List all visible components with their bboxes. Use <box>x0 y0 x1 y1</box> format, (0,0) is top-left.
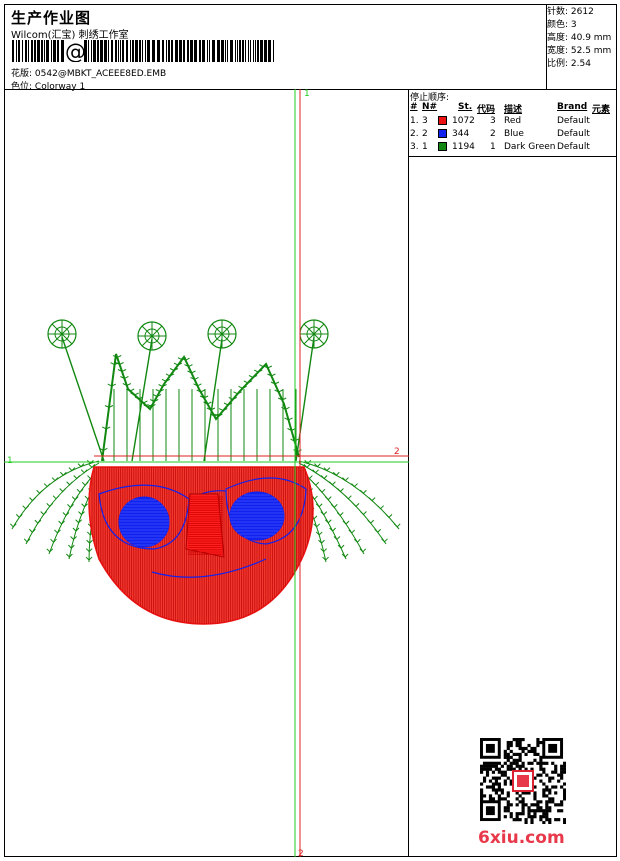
row-brand: Default <box>557 142 590 152</box>
thread-color-swatch <box>438 142 447 151</box>
thread-color-swatch <box>438 116 447 125</box>
stitch-count: 针数: 2612 <box>547 7 594 17</box>
design-scale: 比例: 2.54 <box>547 59 591 69</box>
svg-text:@: @ <box>65 40 86 62</box>
row-number: 3. <box>410 142 419 152</box>
header-panel: 生产作业图 Wilcom(汇宝) 刺绣工作室 @ 花版: 0542@MBKT_A… <box>4 4 547 92</box>
design-width: 宽度: 52.5 mm <box>547 46 612 56</box>
axis-left-label: 1 <box>7 456 13 466</box>
row-code: 1 <box>490 142 496 152</box>
design-file-line: 花版: 0542@MBKT_ACEEE8ED.EMB <box>11 66 166 79</box>
design-height: 高度: 40.9 mm <box>547 33 612 43</box>
col-code: 代码 <box>477 105 496 115</box>
col-brand: Brand <box>557 102 588 112</box>
color-count: 颜色: 3 <box>547 20 577 30</box>
qr-code <box>480 738 566 824</box>
col-description: 描述 <box>504 105 523 115</box>
row-number: 2. <box>410 129 419 139</box>
col-needle: N# <box>422 102 438 112</box>
row-description: Blue <box>504 129 524 139</box>
design-label: 花版: <box>11 69 33 79</box>
stop-sequence-row: 2. 2 344 2 Blue Default <box>408 128 617 140</box>
axis-top-label: 1 <box>304 89 310 99</box>
row-description: Dark Green <box>504 142 556 152</box>
company-name: Wilcom(汇宝) 刺绣工作室 <box>11 30 129 41</box>
stop-sequence-panel: 停止顺序: # N# St. 代码 描述 Brand 元素 1. 3 1072 3 Re… <box>408 89 617 157</box>
page-title: 生产作业图 <box>11 9 92 27</box>
row-description: Red <box>504 116 522 126</box>
col-element: 元素 <box>592 105 611 115</box>
row-needle: 3 <box>422 116 428 126</box>
stats-panel: 针数: 2612 颜色: 3 高度: 40.9 mm 宽度: 52.5 mm 比… <box>547 4 617 90</box>
row-code: 2 <box>490 129 496 139</box>
col-stitches: St. <box>458 102 473 112</box>
row-stitches: 1194 <box>452 142 475 152</box>
axis-right-label: 2 <box>394 447 400 457</box>
embroidery-design <box>9 319 401 625</box>
watermark-text: 6xiu.com <box>478 828 565 848</box>
col-num: # <box>410 102 418 112</box>
axis-bottom-label: 2 <box>298 849 304 857</box>
row-brand: Default <box>557 129 590 139</box>
thread-color-swatch <box>438 129 447 138</box>
row-needle: 1 <box>422 142 428 152</box>
design-canvas: 1 2 1 2 <box>4 89 409 859</box>
row-code: 3 <box>490 116 496 126</box>
row-needle: 2 <box>422 129 428 139</box>
row-stitches: 1072 <box>452 116 475 126</box>
watermark-logo: 6xiu.com <box>478 828 565 848</box>
design-file: 0542@MBKT_ACEEE8ED.EMB <box>34 69 167 79</box>
row-stitches: 344 <box>452 129 470 139</box>
stop-sequence-header: # N# St. 代码 描述 Brand 元素 <box>408 102 617 115</box>
embroidery-preview: 1 2 1 2 <box>4 89 409 859</box>
stop-sequence-row: 3. 1 1194 1 Dark Green Default <box>408 141 617 153</box>
stop-sequence-row: 1. 3 1072 3 Red Default <box>408 115 617 127</box>
barcode: @ <box>12 40 274 62</box>
row-brand: Default <box>557 116 590 126</box>
row-number: 1. <box>410 116 419 126</box>
